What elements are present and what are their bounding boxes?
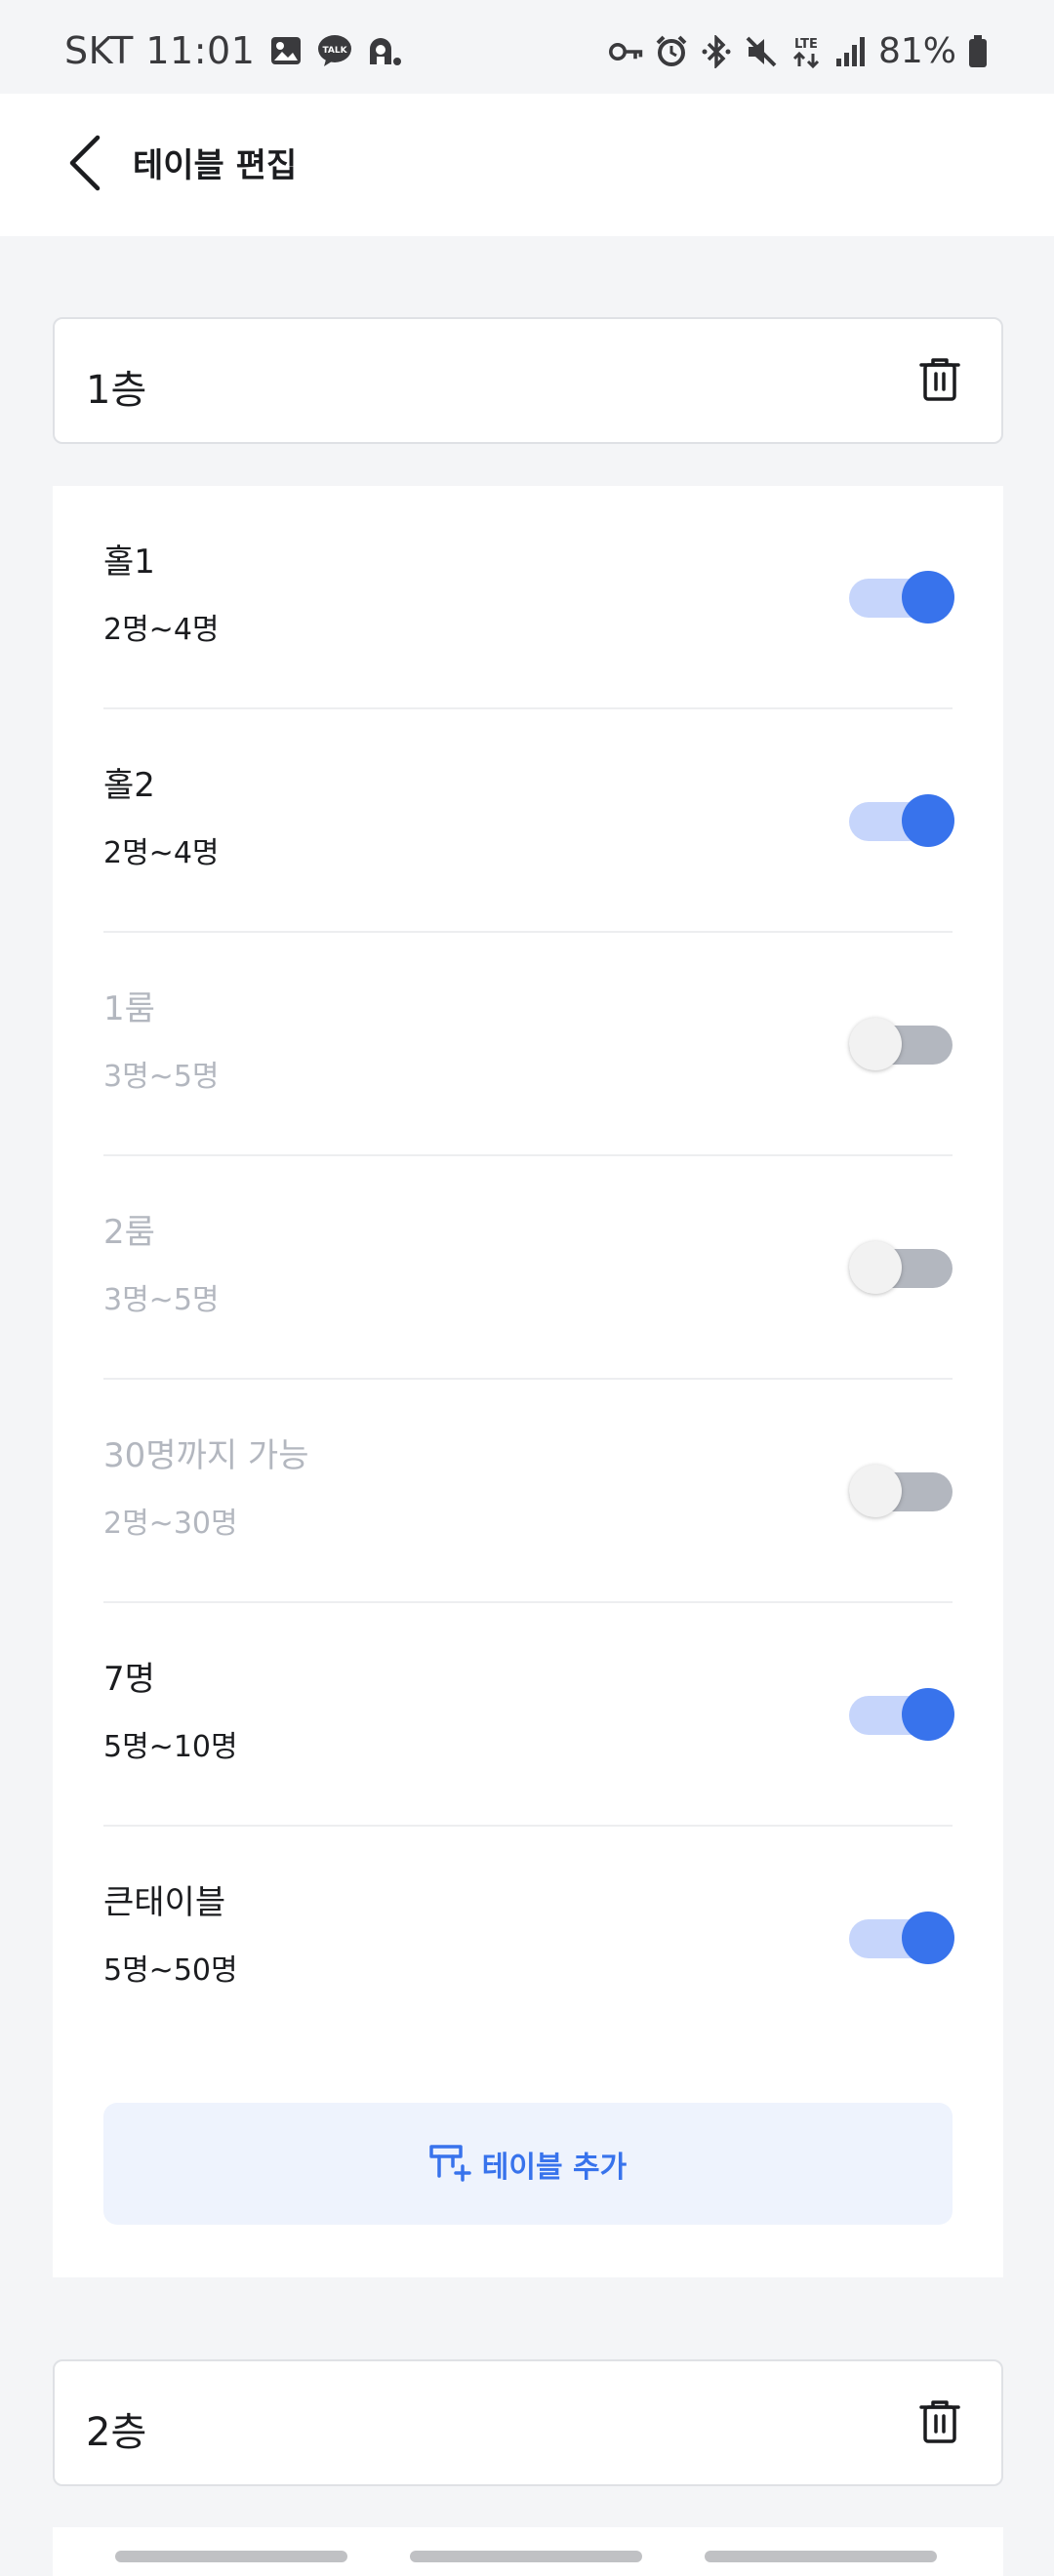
- table-row[interactable]: 7명 5명~10명: [103, 1603, 954, 1827]
- table-name: 2룸: [103, 1213, 155, 1252]
- floor-name: 2층: [86, 2410, 147, 2455]
- table-capacity: 5명~10명: [103, 1730, 238, 1764]
- toggle-knob: [902, 571, 954, 624]
- table-capacity: 3명~5명: [103, 1060, 220, 1094]
- signal-icon: [833, 34, 869, 69]
- toggle-knob: [849, 1465, 902, 1517]
- floor-card-1[interactable]: 1층: [53, 317, 1003, 444]
- status-right: LTE 81%: [608, 31, 990, 71]
- table-row[interactable]: 30명까지 가능 2명~30명: [103, 1380, 953, 1603]
- system-nav-bar: [0, 2541, 1054, 2576]
- table-enabled-toggle[interactable]: [849, 792, 954, 847]
- table-capacity: 2명~4명: [103, 836, 220, 870]
- trash-icon: [918, 2399, 961, 2448]
- add-table-label: 테이블 추가: [481, 2150, 628, 2185]
- table-capacity: 2명~30명: [103, 1507, 238, 1541]
- table-name: 1룸: [103, 989, 155, 1028]
- svg-text:LTE: LTE: [794, 37, 818, 52]
- nav-back-button[interactable]: [705, 2551, 937, 2562]
- chevron-left-icon: [64, 134, 103, 196]
- alarm-icon: [654, 34, 689, 69]
- mute-icon: [744, 34, 779, 69]
- toggle-knob: [849, 1241, 902, 1294]
- table-name: 홀1: [103, 543, 155, 582]
- vpn-key-icon: [608, 34, 644, 69]
- battery-percent: 81%: [877, 31, 956, 71]
- kakaotalk-icon: TALK: [317, 33, 352, 68]
- table-enabled-toggle[interactable]: [849, 1463, 953, 1517]
- table-enabled-toggle[interactable]: [849, 569, 954, 624]
- toggle-knob: [849, 1018, 902, 1070]
- table-name: 30명까지 가능: [103, 1436, 309, 1475]
- floor-name: 1층: [86, 368, 147, 413]
- table-list-panel: 홀1 2명~4명 홀2 2명~4명 1룸 3명~5명 2룸 3명~5명 30명까…: [53, 486, 1003, 2277]
- table-name: 홀2: [103, 766, 155, 805]
- trash-icon: [918, 357, 961, 406]
- nav-recents-button[interactable]: [115, 2551, 347, 2562]
- table-enabled-toggle[interactable]: [849, 1016, 953, 1070]
- toggle-knob: [902, 794, 954, 847]
- table-row[interactable]: 홀1 2명~4명: [103, 486, 954, 709]
- battery-icon: [966, 34, 990, 69]
- table-name: 7명: [103, 1660, 155, 1699]
- status-time: SKT 11:01: [64, 29, 256, 72]
- notification-icon: [366, 33, 402, 68]
- table-capacity: 2명~4명: [103, 613, 220, 647]
- table-row[interactable]: 1룸 3명~5명: [103, 933, 953, 1156]
- status-left: SKT 11:01 TALK: [64, 29, 402, 72]
- back-button[interactable]: [55, 129, 113, 201]
- table-row[interactable]: 큰태이블 5명~50명: [103, 1827, 954, 2050]
- table-enabled-toggle[interactable]: [849, 1239, 953, 1294]
- svg-text:TALK: TALK: [323, 46, 348, 56]
- delete-floor-button[interactable]: [915, 2398, 964, 2449]
- table-name: 큰태이블: [103, 1883, 226, 1922]
- nav-home-button[interactable]: [410, 2551, 642, 2562]
- page-title: 테이블 편집: [133, 146, 298, 185]
- floor-card-2[interactable]: 2층: [53, 2359, 1003, 2486]
- table-row[interactable]: 2룸 3명~5명: [103, 1156, 953, 1380]
- delete-floor-button[interactable]: [915, 356, 964, 407]
- toggle-knob: [902, 1688, 954, 1741]
- table-capacity: 5명~50명: [103, 1953, 238, 1988]
- table-capacity: 3명~5명: [103, 1283, 220, 1317]
- add-table-icon: [429, 2143, 472, 2186]
- table-row[interactable]: 홀2 2명~4명: [103, 709, 954, 933]
- add-table-button[interactable]: 테이블 추가: [103, 2103, 953, 2225]
- table-enabled-toggle[interactable]: [849, 1910, 954, 1964]
- toggle-knob: [902, 1912, 954, 1964]
- app-bar: 테이블 편집: [0, 94, 1054, 236]
- lte-icon: LTE: [789, 34, 824, 69]
- image-icon: [268, 33, 304, 68]
- bluetooth-icon: [699, 34, 734, 69]
- status-bar: SKT 11:01 TALK LTE 81%: [0, 0, 1054, 94]
- table-enabled-toggle[interactable]: [849, 1686, 954, 1741]
